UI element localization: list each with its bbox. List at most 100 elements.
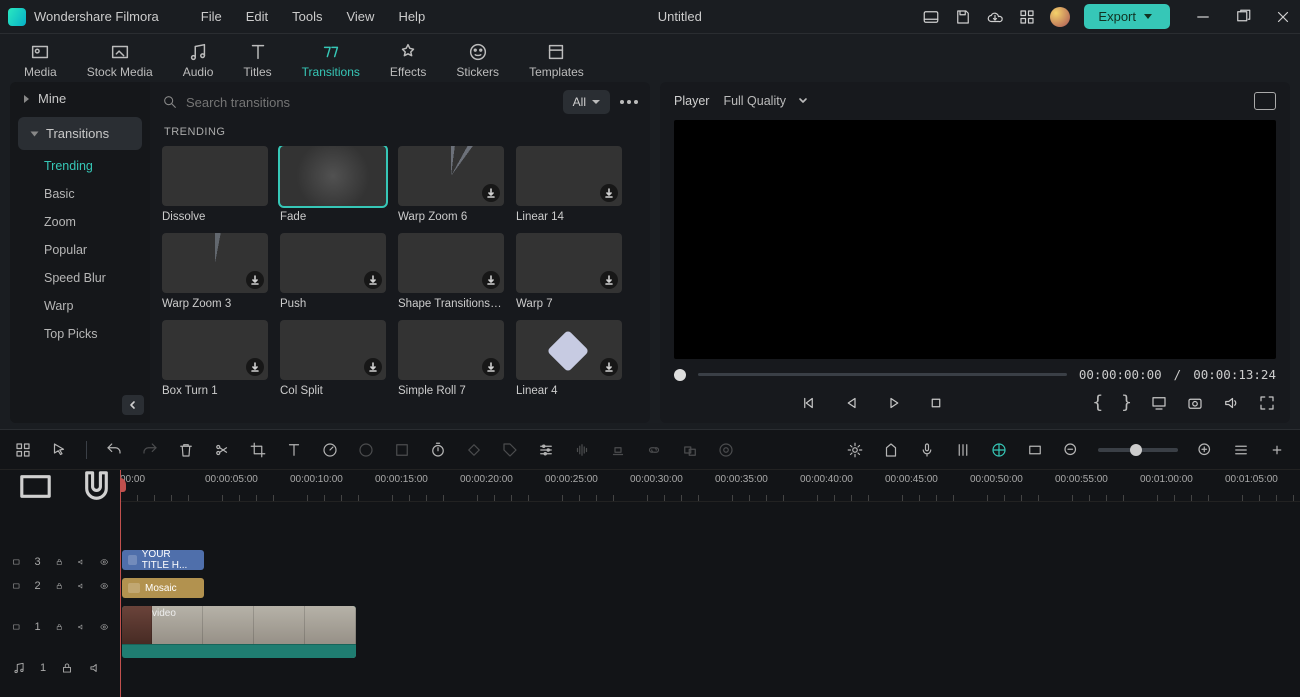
sidebar-item-basic[interactable]: Basic [10,180,150,208]
timer-icon[interactable] [429,441,447,459]
sidebar-item-trending[interactable]: Trending [10,152,150,180]
tab-transitions[interactable]: Transitions [290,37,372,83]
transition-tile[interactable]: Warp Zoom 6 [398,146,504,223]
download-icon[interactable] [482,271,500,289]
tab-stickers[interactable]: Stickers [444,37,511,83]
mixer-icon[interactable] [954,441,972,459]
sidebar-item-zoom[interactable]: Zoom [10,208,150,236]
seek-bar[interactable]: 00:00:00:00 / 00:00:13:24 [674,367,1276,382]
auto-enhance-icon[interactable] [846,441,864,459]
avatar[interactable] [1050,7,1070,27]
timeline-ruler[interactable]: 00:0000:00:05:0000:00:10:0000:00:15:0000… [120,470,1300,502]
select-tool-icon[interactable] [50,441,68,459]
transition-tile[interactable]: Fade [280,146,386,223]
mute-icon[interactable] [77,579,85,593]
transition-tile[interactable]: Linear 14 [516,146,622,223]
download-icon[interactable] [482,358,500,376]
delete-icon[interactable] [177,441,195,459]
clip-mosaic[interactable]: Mosaic [122,578,204,598]
minimize-icon[interactable] [1194,8,1212,26]
eye-icon[interactable] [100,555,108,569]
transition-tile[interactable]: Shape Transitions Pack... [398,233,504,310]
download-icon[interactable] [600,184,618,202]
crop-icon[interactable] [249,441,267,459]
transition-tile[interactable]: Push [280,233,386,310]
display-icon[interactable] [1150,394,1168,412]
transition-tile[interactable]: Linear 4 [516,320,622,397]
stop-button[interactable] [927,394,945,412]
menu-help[interactable]: Help [386,9,437,24]
sidebar-item-warp[interactable]: Warp [10,292,150,320]
track-view-icon[interactable] [1232,441,1250,459]
collapse-sidebar-button[interactable] [122,395,144,415]
download-icon[interactable] [246,271,264,289]
search-input[interactable] [186,95,553,110]
transition-tile[interactable]: Warp Zoom 3 [162,233,268,310]
transition-tile[interactable]: Dissolve [162,146,268,223]
apps-icon[interactable] [1018,8,1036,26]
mark-out-button[interactable]: } [1121,392,1132,413]
undo-icon[interactable] [105,441,123,459]
zoom-slider[interactable] [1098,448,1178,452]
sidebar-item-popular[interactable]: Popular [10,236,150,264]
zoom-out-icon[interactable] [1062,441,1080,459]
mic-icon[interactable] [918,441,936,459]
player-tab[interactable]: Player [674,94,709,108]
quality-dropdown[interactable]: Full Quality [723,94,808,108]
sidebar-item-top-picks[interactable]: Top Picks [10,320,150,348]
menu-edit[interactable]: Edit [234,9,280,24]
export-button[interactable]: Export [1084,4,1170,29]
menu-view[interactable]: View [334,9,386,24]
transition-tile[interactable]: Col Split [280,320,386,397]
adjust-icon[interactable] [537,441,555,459]
download-icon[interactable] [600,271,618,289]
video-preview[interactable] [674,120,1276,359]
download-icon[interactable] [246,358,264,376]
transition-tile[interactable]: Warp 7 [516,233,622,310]
marker-icon[interactable] [882,441,900,459]
fullscreen-icon[interactable] [1258,394,1276,412]
lock-icon[interactable] [60,661,74,675]
speed-icon[interactable] [321,441,339,459]
eye-icon[interactable] [100,620,108,634]
camera-icon[interactable] [1186,394,1204,412]
menu-tools[interactable]: Tools [280,9,334,24]
tab-stock-media[interactable]: Stock Media [75,37,165,83]
volume-icon[interactable] [1222,394,1240,412]
clip-title[interactable]: YOUR TITLE H... [122,550,204,570]
transition-tile[interactable]: Simple Roll 7 [398,320,504,397]
render-icon[interactable] [990,441,1008,459]
download-icon[interactable] [364,271,382,289]
play-button[interactable] [885,394,903,412]
download-icon[interactable] [600,358,618,376]
split-icon[interactable] [213,441,231,459]
playhead[interactable] [120,470,121,697]
snapshot-button[interactable] [1254,92,1276,110]
maximize-icon[interactable] [1234,8,1252,26]
close-icon[interactable] [1274,8,1292,26]
tab-templates[interactable]: Templates [517,37,596,83]
filter-dropdown[interactable]: All [563,90,610,114]
search-field[interactable] [162,94,553,110]
fit-icon[interactable] [1026,441,1044,459]
eye-icon[interactable] [100,579,108,593]
lock-icon[interactable] [55,555,63,569]
mute-icon[interactable] [77,620,85,634]
save-icon[interactable] [954,8,972,26]
sidebar-group-transitions[interactable]: Transitions [18,117,142,150]
cloud-icon[interactable] [986,8,1004,26]
mark-in-button[interactable]: { [1092,392,1103,413]
mute-icon[interactable] [88,661,102,675]
menu-file[interactable]: File [189,9,234,24]
play-reverse-button[interactable] [843,394,861,412]
tab-audio[interactable]: Audio [171,37,226,83]
download-icon[interactable] [482,184,500,202]
mute-icon[interactable] [77,555,85,569]
lock-icon[interactable] [55,620,63,634]
prev-frame-button[interactable] [801,394,819,412]
tab-titles[interactable]: Titles [231,37,283,83]
clip-video[interactable]: video [122,606,356,658]
text-icon[interactable] [285,441,303,459]
tab-media[interactable]: Media [12,37,69,83]
zoom-in-icon[interactable] [1196,441,1214,459]
